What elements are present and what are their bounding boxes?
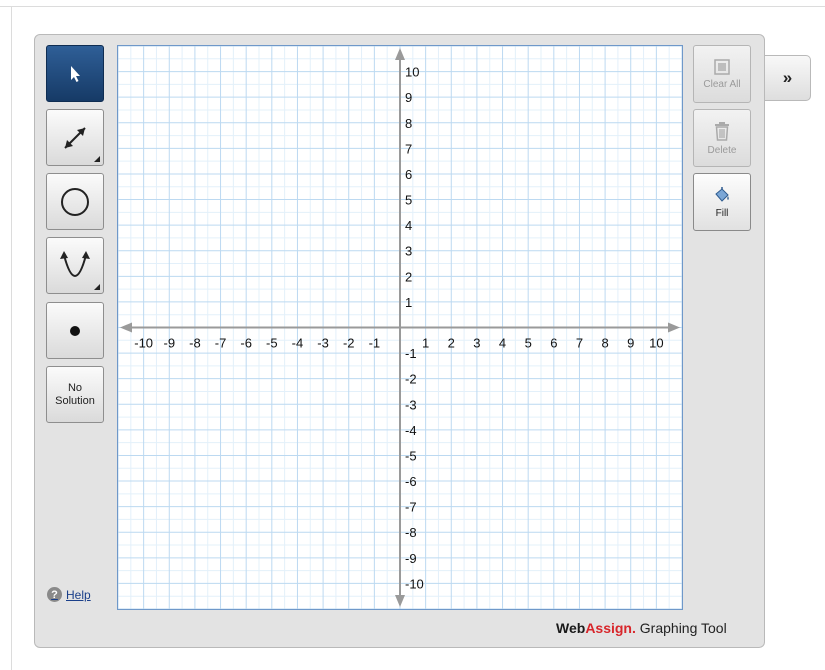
delete-label: Delete	[707, 144, 737, 156]
help-link[interactable]: ? Help	[47, 587, 91, 602]
y-tick-label: 3	[405, 244, 412, 259]
trash-icon	[715, 121, 729, 141]
y-axis-bottom-arrow	[395, 595, 405, 607]
x-tick-label: 4	[499, 336, 506, 351]
y-tick-label: 9	[405, 90, 412, 105]
y-tick-label: -10	[405, 576, 424, 591]
graph-canvas[interactable]: -10 -9 -8 -7 -6 -5 -4 -3 -2 -1 1 2 3 4 5 6 7 8 9 10 10 9 8 7 6 5 4…	[117, 45, 683, 610]
circle-icon	[61, 187, 89, 216]
x-tick-label: 8	[601, 336, 608, 351]
y-tick-label: 4	[405, 218, 412, 233]
y-tick-label: 1	[405, 295, 412, 310]
parabola-tool-button[interactable]	[46, 237, 104, 294]
point-tool-button[interactable]	[46, 302, 104, 359]
line-tool-button[interactable]	[46, 109, 104, 166]
left-divider	[11, 6, 12, 670]
paint-bucket-icon	[715, 186, 729, 202]
y-tick-label: -4	[405, 423, 417, 438]
x-tick-label: 10	[649, 336, 663, 351]
x-tick-label: 3	[473, 336, 480, 351]
y-tick-label: -6	[405, 474, 417, 489]
x-tick-label: 5	[525, 336, 532, 351]
x-tick-label: 1	[422, 336, 429, 351]
webassign-branding: WebAssign. Graphing Tool	[556, 620, 727, 636]
no-solution-label-line2: Solution	[55, 394, 95, 407]
y-tick-label: -7	[405, 500, 417, 515]
x-tick-label: 9	[627, 336, 634, 351]
x-tick-label: -2	[343, 336, 355, 351]
y-tick-label: -5	[405, 448, 417, 463]
y-tick-label: 2	[405, 269, 412, 284]
select-tool-button[interactable]	[46, 45, 104, 102]
y-tick-label: 7	[405, 141, 412, 156]
y-axis-top-arrow	[395, 48, 405, 60]
double-chevron-right-icon: »	[782, 68, 793, 87]
y-tick-label: 5	[405, 193, 412, 208]
x-tick-label: -8	[189, 336, 201, 351]
clear-all-button[interactable]: Clear All	[693, 45, 751, 103]
brand-web: Web	[556, 620, 586, 636]
point-icon	[70, 325, 80, 336]
y-tick-label: 8	[405, 116, 412, 131]
clear-all-icon	[714, 58, 730, 75]
y-tick-label: 6	[405, 167, 412, 182]
tool-submenu-indicator	[94, 284, 100, 290]
x-tick-label: -10	[134, 336, 153, 351]
brand-graphing-tool: Graphing Tool	[635, 620, 727, 636]
y-tick-label: -3	[405, 397, 417, 412]
no-solution-label-line1: No	[67, 381, 83, 394]
x-tick-label: -5	[266, 336, 278, 351]
coordinate-plane: -10 -9 -8 -7 -6 -5 -4 -3 -2 -1 1 2 3 4 5 6 7 8 9 10 10 9 8 7 6 5 4…	[118, 46, 682, 609]
delete-button[interactable]: Delete	[693, 109, 751, 167]
x-tick-label: 2	[448, 336, 455, 351]
x-tick-label: -1	[369, 336, 381, 351]
fill-button[interactable]: Fill	[693, 173, 751, 231]
arrow-cursor-icon	[71, 65, 80, 82]
tool-submenu-indicator	[94, 156, 100, 162]
x-tick-label: -3	[317, 336, 329, 351]
x-tick-label: 6	[550, 336, 557, 351]
x-axis-left-arrow	[120, 322, 132, 333]
y-tick-label: -8	[405, 525, 417, 540]
parabola-icon	[60, 250, 90, 277]
expand-panel-button[interactable]: »	[765, 55, 811, 101]
help-label: Help	[66, 587, 91, 602]
circle-tool-button[interactable]	[46, 173, 104, 230]
help-icon: ?	[47, 587, 62, 602]
line-segment-icon	[64, 126, 86, 149]
clear-all-label: Clear All	[703, 78, 741, 90]
x-tick-label: -9	[163, 336, 175, 351]
no-solution-button[interactable]: No Solution	[46, 366, 104, 423]
y-tick-label: -2	[405, 372, 417, 387]
y-tick-label: 10	[405, 65, 419, 80]
x-tick-label: 7	[576, 336, 583, 351]
x-tick-label: -6	[240, 336, 252, 351]
fill-label: Fill	[715, 207, 729, 219]
top-divider	[0, 6, 825, 7]
x-tick-label: -7	[215, 336, 227, 351]
y-tick-label: -1	[405, 346, 417, 361]
x-axis-right-arrow	[668, 322, 680, 333]
x-tick-label: -4	[292, 336, 304, 351]
brand-assign: Assign.	[585, 620, 636, 636]
y-tick-label: -9	[405, 551, 417, 566]
